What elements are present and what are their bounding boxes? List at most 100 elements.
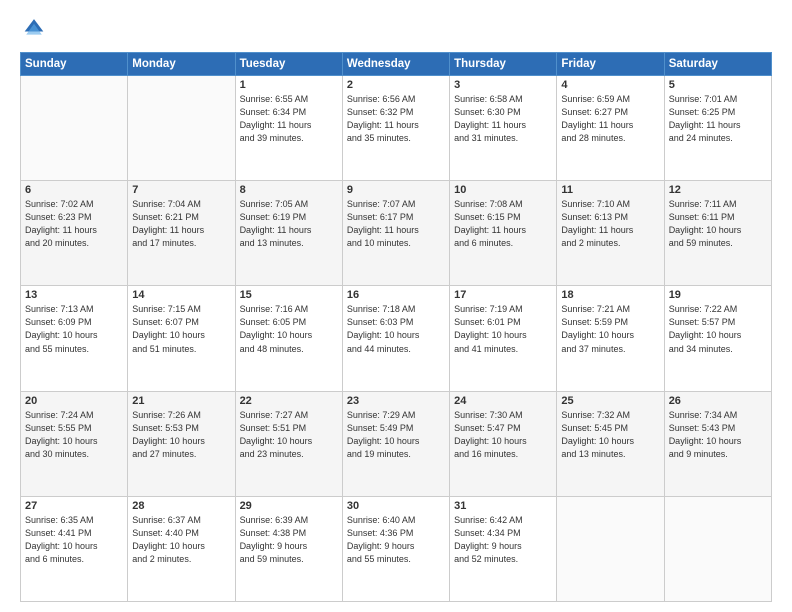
calendar-cell: 9 Sunrise: 7:07 AM Sunset: 6:17 PM Daylig…: [342, 181, 449, 286]
calendar-cell: 31Sunrise: 6:42 AM Sunset: 4:34 PM Dayli…: [450, 496, 557, 601]
day-number: 18: [561, 289, 659, 301]
calendar-cell: 5 Sunrise: 7:01 AM Sunset: 6:25 PM Daylig…: [664, 76, 771, 181]
day-info: Sunrise: 7:22 AM Sunset: 5:57 PM Dayligh…: [669, 303, 767, 355]
day-number: 23: [347, 395, 445, 407]
day-number: 31: [454, 500, 552, 512]
calendar-cell: [664, 496, 771, 601]
day-info: Sunrise: 7:07 AM Sunset: 6:17 PM Dayligh…: [347, 198, 445, 250]
calendar-cell: 29 Sunrise: 6:39 AM Sunset: 4:38 PM Dayli…: [235, 496, 342, 601]
calendar-week-5: 27Sunrise: 6:35 AM Sunset: 4:41 PM Dayli…: [21, 496, 772, 601]
day-info: Sunrise: 6:39 AM Sunset: 4:38 PM Dayligh…: [240, 514, 338, 566]
day-info: Sunrise: 7:15 AM Sunset: 6:07 PM Dayligh…: [132, 303, 230, 355]
day-info: Sunrise: 7:18 AM Sunset: 6:03 PM Dayligh…: [347, 303, 445, 355]
day-number: 20: [25, 395, 123, 407]
calendar-cell: 20 Sunrise: 7:24 AM Sunset: 5:55 PM Dayli…: [21, 391, 128, 496]
calendar-cell: 18 Sunrise: 7:21 AM Sunset: 5:59 PM Dayli…: [557, 286, 664, 391]
calendar-cell: 10Sunrise: 7:08 AM Sunset: 6:15 PM Dayli…: [450, 181, 557, 286]
day-number: 26: [669, 395, 767, 407]
weekday-header-monday: Monday: [128, 53, 235, 76]
day-info: Sunrise: 7:01 AM Sunset: 6:25 PM Dayligh…: [669, 93, 767, 145]
day-number: 30: [347, 500, 445, 512]
logo: [20, 16, 52, 44]
calendar-cell: 14Sunrise: 7:15 AM Sunset: 6:07 PM Dayli…: [128, 286, 235, 391]
day-info: Sunrise: 7:13 AM Sunset: 6:09 PM Dayligh…: [25, 303, 123, 355]
day-info: Sunrise: 6:56 AM Sunset: 6:32 PM Dayligh…: [347, 93, 445, 145]
calendar-cell: 3 Sunrise: 6:58 AM Sunset: 6:30 PM Daylig…: [450, 76, 557, 181]
day-number: 6: [25, 184, 123, 196]
calendar-cell: [128, 76, 235, 181]
day-number: 17: [454, 289, 552, 301]
day-number: 7: [132, 184, 230, 196]
day-info: Sunrise: 6:35 AM Sunset: 4:41 PM Dayligh…: [25, 514, 123, 566]
page: SundayMondayTuesdayWednesdayThursdayFrid…: [0, 0, 792, 612]
calendar-cell: 12 Sunrise: 7:11 AM Sunset: 6:11 PM Dayli…: [664, 181, 771, 286]
logo-icon: [20, 16, 48, 44]
day-info: Sunrise: 7:29 AM Sunset: 5:49 PM Dayligh…: [347, 409, 445, 461]
calendar-cell: 27Sunrise: 6:35 AM Sunset: 4:41 PM Dayli…: [21, 496, 128, 601]
calendar-cell: 4 Sunrise: 6:59 AM Sunset: 6:27 PM Daylig…: [557, 76, 664, 181]
day-number: 12: [669, 184, 767, 196]
calendar-cell: 1 Sunrise: 6:55 AM Sunset: 6:34 PM Daylig…: [235, 76, 342, 181]
calendar-cell: 16 Sunrise: 7:18 AM Sunset: 6:03 PM Dayli…: [342, 286, 449, 391]
day-number: 28: [132, 500, 230, 512]
day-info: Sunrise: 7:19 AM Sunset: 6:01 PM Dayligh…: [454, 303, 552, 355]
day-number: 11: [561, 184, 659, 196]
day-number: 19: [669, 289, 767, 301]
calendar-week-4: 20 Sunrise: 7:24 AM Sunset: 5:55 PM Dayli…: [21, 391, 772, 496]
day-number: 9: [347, 184, 445, 196]
calendar-table: SundayMondayTuesdayWednesdayThursdayFrid…: [20, 52, 772, 602]
day-number: 8: [240, 184, 338, 196]
day-info: Sunrise: 7:27 AM Sunset: 5:51 PM Dayligh…: [240, 409, 338, 461]
calendar-cell: 26 Sunrise: 7:34 AM Sunset: 5:43 PM Dayli…: [664, 391, 771, 496]
calendar-cell: 23 Sunrise: 7:29 AM Sunset: 5:49 PM Dayli…: [342, 391, 449, 496]
day-info: Sunrise: 7:24 AM Sunset: 5:55 PM Dayligh…: [25, 409, 123, 461]
header: [20, 16, 772, 44]
calendar-cell: 6Sunrise: 7:02 AM Sunset: 6:23 PM Daylig…: [21, 181, 128, 286]
day-number: 21: [132, 395, 230, 407]
weekday-header-saturday: Saturday: [664, 53, 771, 76]
day-info: Sunrise: 6:37 AM Sunset: 4:40 PM Dayligh…: [132, 514, 230, 566]
weekday-header-tuesday: Tuesday: [235, 53, 342, 76]
day-number: 3: [454, 79, 552, 91]
weekday-header-thursday: Thursday: [450, 53, 557, 76]
calendar-cell: 2 Sunrise: 6:56 AM Sunset: 6:32 PM Daylig…: [342, 76, 449, 181]
calendar-cell: 30 Sunrise: 6:40 AM Sunset: 4:36 PM Dayli…: [342, 496, 449, 601]
calendar-cell: [21, 76, 128, 181]
calendar-cell: 11 Sunrise: 7:10 AM Sunset: 6:13 PM Dayli…: [557, 181, 664, 286]
day-number: 5: [669, 79, 767, 91]
day-number: 1: [240, 79, 338, 91]
day-info: Sunrise: 6:55 AM Sunset: 6:34 PM Dayligh…: [240, 93, 338, 145]
calendar-cell: 22 Sunrise: 7:27 AM Sunset: 5:51 PM Dayli…: [235, 391, 342, 496]
day-number: 29: [240, 500, 338, 512]
weekday-header-sunday: Sunday: [21, 53, 128, 76]
day-info: Sunrise: 6:40 AM Sunset: 4:36 PM Dayligh…: [347, 514, 445, 566]
day-number: 13: [25, 289, 123, 301]
day-number: 2: [347, 79, 445, 91]
day-number: 4: [561, 79, 659, 91]
day-info: Sunrise: 7:21 AM Sunset: 5:59 PM Dayligh…: [561, 303, 659, 355]
day-info: Sunrise: 7:16 AM Sunset: 6:05 PM Dayligh…: [240, 303, 338, 355]
day-info: Sunrise: 7:30 AM Sunset: 5:47 PM Dayligh…: [454, 409, 552, 461]
calendar-cell: [557, 496, 664, 601]
day-number: 25: [561, 395, 659, 407]
calendar-cell: 15Sunrise: 7:16 AM Sunset: 6:05 PM Dayli…: [235, 286, 342, 391]
calendar-cell: 13 Sunrise: 7:13 AM Sunset: 6:09 PM Dayli…: [21, 286, 128, 391]
day-info: Sunrise: 7:11 AM Sunset: 6:11 PM Dayligh…: [669, 198, 767, 250]
day-number: 24: [454, 395, 552, 407]
calendar-cell: 8 Sunrise: 7:05 AM Sunset: 6:19 PM Daylig…: [235, 181, 342, 286]
day-info: Sunrise: 7:05 AM Sunset: 6:19 PM Dayligh…: [240, 198, 338, 250]
weekday-header-wednesday: Wednesday: [342, 53, 449, 76]
calendar-cell: 21Sunrise: 7:26 AM Sunset: 5:53 PM Dayli…: [128, 391, 235, 496]
calendar-cell: 19 Sunrise: 7:22 AM Sunset: 5:57 PM Dayli…: [664, 286, 771, 391]
calendar-cell: 7 Sunrise: 7:04 AM Sunset: 6:21 PM Daylig…: [128, 181, 235, 286]
day-number: 22: [240, 395, 338, 407]
weekday-header-row: SundayMondayTuesdayWednesdayThursdayFrid…: [21, 53, 772, 76]
calendar-cell: 25Sunrise: 7:32 AM Sunset: 5:45 PM Dayli…: [557, 391, 664, 496]
day-info: Sunrise: 7:08 AM Sunset: 6:15 PM Dayligh…: [454, 198, 552, 250]
day-info: Sunrise: 7:34 AM Sunset: 5:43 PM Dayligh…: [669, 409, 767, 461]
day-number: 16: [347, 289, 445, 301]
day-info: Sunrise: 7:10 AM Sunset: 6:13 PM Dayligh…: [561, 198, 659, 250]
day-info: Sunrise: 7:04 AM Sunset: 6:21 PM Dayligh…: [132, 198, 230, 250]
day-info: Sunrise: 6:59 AM Sunset: 6:27 PM Dayligh…: [561, 93, 659, 145]
day-info: Sunrise: 6:58 AM Sunset: 6:30 PM Dayligh…: [454, 93, 552, 145]
